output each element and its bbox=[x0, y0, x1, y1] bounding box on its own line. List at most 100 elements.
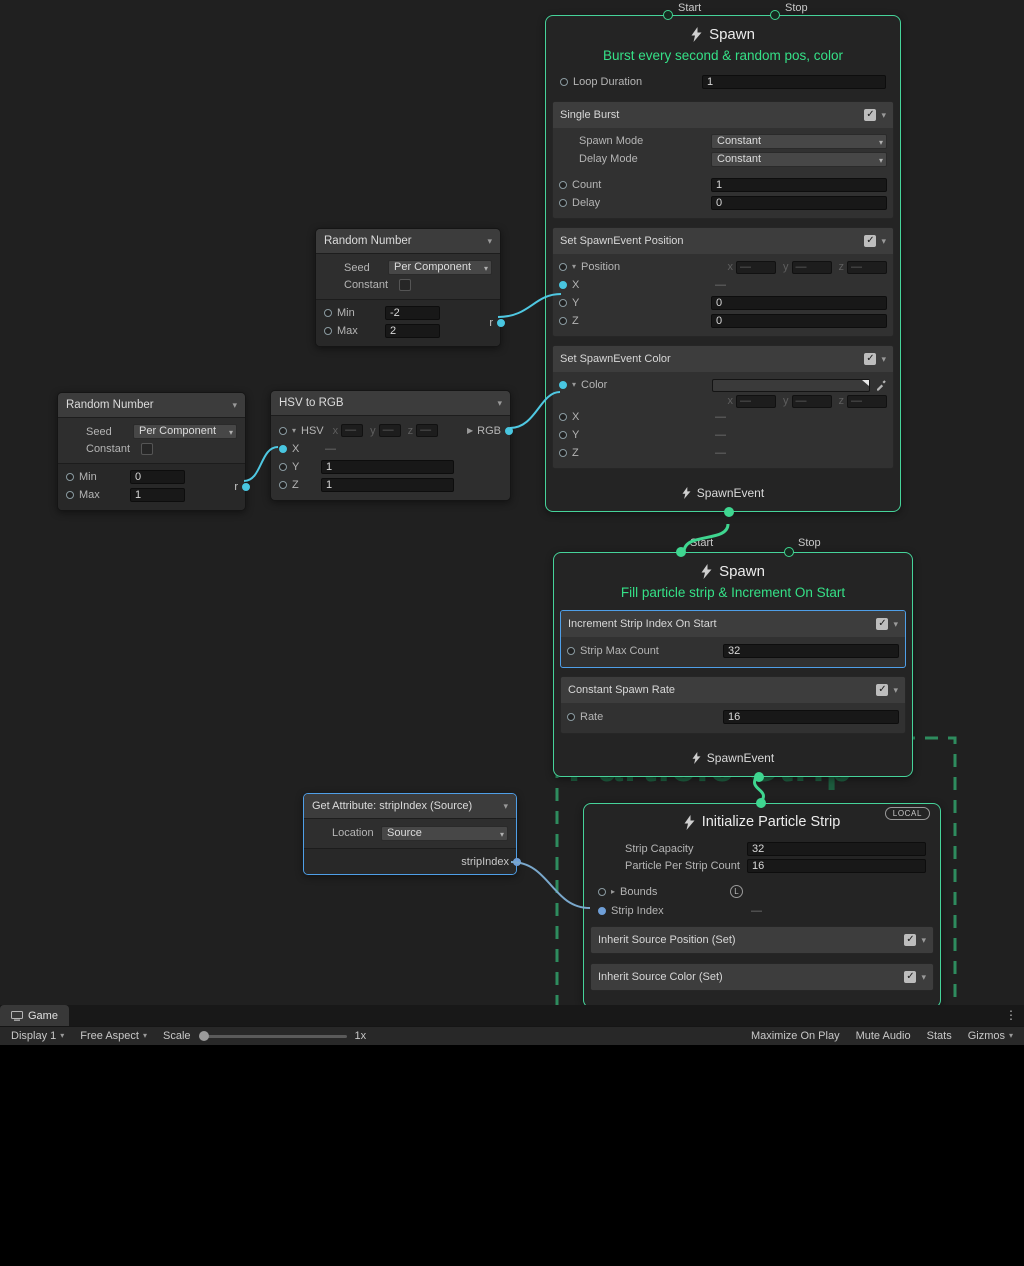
block-header[interactable]: Set SpawnEvent Color ✓▾ bbox=[553, 346, 893, 372]
expander-icon[interactable]: ▸ bbox=[611, 888, 615, 896]
position-y-port[interactable] bbox=[559, 299, 567, 307]
position-z-port[interactable] bbox=[559, 317, 567, 325]
context-title-row[interactable]: Spawn bbox=[554, 553, 912, 582]
block-enabled-checkbox[interactable]: ✓ bbox=[904, 934, 916, 946]
particle-per-strip-count-field[interactable]: 16 bbox=[747, 859, 926, 873]
node-initialize-particle-strip[interactable]: Initialize Particle Strip LOCAL Strip Ca… bbox=[583, 803, 941, 1005]
block-header[interactable]: Constant Spawn Rate ✓▾ bbox=[561, 677, 905, 703]
spawn-mode-dropdown[interactable]: Constant bbox=[711, 134, 887, 149]
hsv-y-port[interactable] bbox=[279, 463, 287, 471]
node-get-attribute-stripindex[interactable]: Get Attribute: stripIndex (Source) ▾ Loc… bbox=[303, 793, 517, 875]
node-hsv-to-rgb[interactable]: HSV to RGB ▾ ▾ HSV x— y— z— ▶ RGB bbox=[270, 390, 511, 501]
y-field[interactable]: 1 bbox=[321, 460, 454, 474]
hsv-x-port[interactable] bbox=[279, 445, 287, 453]
expander-icon[interactable]: ▾ bbox=[292, 427, 296, 435]
count-field[interactable]: 1 bbox=[711, 178, 887, 192]
chevron-down-icon[interactable]: ▾ bbox=[881, 237, 886, 246]
strip-max-count-port[interactable] bbox=[567, 647, 575, 655]
stats-button[interactable]: Stats bbox=[919, 1027, 960, 1046]
delay-mode-dropdown[interactable]: Constant bbox=[711, 152, 887, 167]
y-field[interactable]: 0 bbox=[711, 296, 887, 310]
max-field[interactable]: 1 bbox=[130, 488, 185, 502]
flow-port-stop[interactable] bbox=[784, 547, 794, 557]
block-enabled-checkbox[interactable]: ✓ bbox=[864, 353, 876, 365]
chevron-down-icon[interactable]: ▾ bbox=[881, 111, 886, 120]
block-header[interactable]: Inherit Source Color (Set) ✓▾ bbox=[591, 964, 933, 990]
hsv-port[interactable] bbox=[279, 427, 287, 435]
node-spawn-burst[interactable]: Start Stop Spawn Burst every second & ra… bbox=[545, 15, 901, 512]
count-port[interactable] bbox=[559, 181, 567, 189]
flow-input-port[interactable] bbox=[756, 798, 766, 808]
color-z-port[interactable] bbox=[559, 449, 567, 457]
local-space-badge[interactable]: LOCAL bbox=[885, 807, 930, 820]
chevron-down-icon[interactable]: ▾ bbox=[893, 686, 898, 695]
eyedropper-icon[interactable] bbox=[875, 379, 887, 391]
strip-capacity-field[interactable]: 32 bbox=[747, 842, 926, 856]
mute-audio-button[interactable]: Mute Audio bbox=[848, 1027, 919, 1046]
context-subtitle[interactable]: Fill particle strip & Increment On Start bbox=[554, 582, 912, 610]
loop-duration-port[interactable] bbox=[560, 78, 568, 86]
r-output-port[interactable] bbox=[242, 483, 250, 491]
hsv-z-port[interactable] bbox=[279, 481, 287, 489]
chevron-down-icon[interactable]: ▾ bbox=[921, 936, 926, 945]
node-spawn-strip[interactable]: Start Stop Spawn Fill particle strip & I… bbox=[553, 552, 913, 777]
tab-menu-icon[interactable]: ⋮ bbox=[998, 1005, 1024, 1026]
chevron-down-icon[interactable]: ▾ bbox=[497, 399, 502, 408]
flow-port-start[interactable] bbox=[663, 10, 673, 20]
node-random-number-b[interactable]: Random Number ▾ Seed Per Component Const… bbox=[57, 392, 246, 511]
chevron-down-icon[interactable]: ▾ bbox=[881, 355, 886, 364]
z-field[interactable]: 0 bbox=[711, 314, 887, 328]
block-header[interactable]: Single Burst ✓▾ bbox=[553, 102, 893, 128]
operator-header[interactable]: Random Number ▾ bbox=[58, 393, 245, 418]
chevron-down-icon[interactable]: ▾ bbox=[893, 620, 898, 629]
block-enabled-checkbox[interactable]: ✓ bbox=[876, 618, 888, 630]
loop-duration-field[interactable]: 1 bbox=[702, 75, 886, 89]
block-enabled-checkbox[interactable]: ✓ bbox=[864, 235, 876, 247]
seed-dropdown[interactable]: Per Component bbox=[133, 424, 237, 439]
operator-header[interactable]: Random Number ▾ bbox=[316, 229, 500, 254]
bounds-space-toggle-icon[interactable]: L bbox=[730, 885, 743, 898]
z-field[interactable]: 1 bbox=[321, 478, 454, 492]
maximize-on-play-button[interactable]: Maximize On Play bbox=[743, 1027, 848, 1046]
operator-header[interactable]: Get Attribute: stripIndex (Source) ▾ bbox=[304, 794, 516, 819]
spawnevent-output-port[interactable] bbox=[724, 507, 734, 517]
aspect-dropdown[interactable]: Free Aspect ▾ bbox=[72, 1027, 155, 1046]
strip-index-port[interactable] bbox=[598, 907, 606, 915]
scale-slider[interactable] bbox=[199, 1035, 347, 1038]
color-swatch-field[interactable] bbox=[712, 379, 870, 392]
block-enabled-checkbox[interactable]: ✓ bbox=[904, 971, 916, 983]
color-x-port[interactable] bbox=[559, 413, 567, 421]
block-header[interactable]: Set SpawnEvent Position ✓▾ bbox=[553, 228, 893, 254]
location-dropdown[interactable]: Source bbox=[381, 826, 508, 841]
chevron-down-icon[interactable]: ▾ bbox=[487, 237, 492, 246]
node-random-number-a[interactable]: Random Number ▾ Seed Per Component Const… bbox=[315, 228, 501, 347]
min-port[interactable] bbox=[66, 473, 74, 481]
context-title-row[interactable]: Initialize Particle Strip LOCAL bbox=[584, 804, 940, 832]
constant-checkbox[interactable] bbox=[141, 443, 153, 455]
operator-header[interactable]: HSV to RGB ▾ bbox=[271, 391, 510, 416]
expander-icon[interactable]: ▾ bbox=[572, 263, 576, 271]
stripindex-output-port[interactable] bbox=[513, 858, 521, 866]
context-title-row[interactable]: Spawn bbox=[546, 16, 900, 45]
max-port[interactable] bbox=[66, 491, 74, 499]
position-port[interactable] bbox=[559, 263, 567, 271]
position-x-port[interactable] bbox=[559, 281, 567, 289]
block-header[interactable]: Increment Strip Index On Start ✓▾ bbox=[561, 611, 905, 637]
rate-port[interactable] bbox=[567, 713, 575, 721]
min-port[interactable] bbox=[324, 309, 332, 317]
r-output-port[interactable] bbox=[497, 319, 505, 327]
delay-field[interactable]: 0 bbox=[711, 196, 887, 210]
min-field[interactable]: 0 bbox=[130, 470, 185, 484]
context-subtitle[interactable]: Burst every second & random pos, color bbox=[546, 45, 900, 73]
flow-port-start[interactable] bbox=[676, 547, 686, 557]
color-port[interactable] bbox=[559, 381, 567, 389]
block-enabled-checkbox[interactable]: ✓ bbox=[876, 684, 888, 696]
spawnevent-output-port[interactable] bbox=[754, 772, 764, 782]
rgb-output-port[interactable] bbox=[505, 427, 513, 435]
max-field[interactable]: 2 bbox=[385, 324, 440, 338]
display-dropdown[interactable]: Display 1 ▾ bbox=[3, 1027, 72, 1046]
color-y-port[interactable] bbox=[559, 431, 567, 439]
scale-slider-knob[interactable] bbox=[199, 1031, 209, 1041]
gizmos-dropdown[interactable]: Gizmos ▾ bbox=[960, 1027, 1021, 1046]
graph-canvas[interactable]: Particle Strip Start Stop Spawn Burst ev… bbox=[0, 0, 1024, 1005]
